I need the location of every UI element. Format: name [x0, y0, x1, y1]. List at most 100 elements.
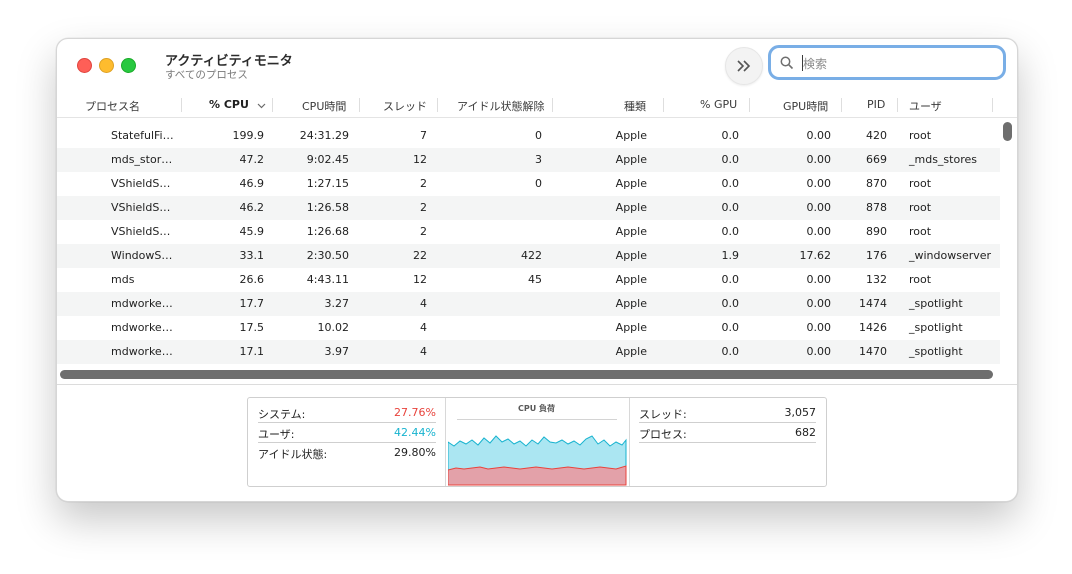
- processes-label: プロセス:: [639, 428, 687, 441]
- window-subtitle: すべてのプロセス: [165, 69, 248, 81]
- column-divider[interactable]: [992, 98, 993, 112]
- process-name-cell: mdworke…: [111, 321, 173, 334]
- chevron-double-right-icon: [737, 60, 751, 72]
- minimize-window-button[interactable]: [99, 58, 114, 73]
- divider: [457, 419, 617, 420]
- process-name-cell: VShieldS…: [111, 225, 171, 238]
- cpu-cell: 17.5: [239, 321, 265, 334]
- processes-stat: プロセス: 682: [639, 423, 816, 443]
- gpu-cell: 0.0: [721, 321, 740, 334]
- cpu-time-cell: 9:02.45: [306, 153, 349, 166]
- user-stat: ユーザ: 42.44%: [258, 423, 436, 443]
- table-row[interactable]: WindowS… 33.1 2:30.50 22 422 Apple 1.9 1…: [57, 244, 1000, 268]
- threads-cell: 12: [413, 273, 427, 286]
- column-header-idle-wakeups[interactable]: アイドル状態解除: [457, 98, 544, 114]
- pid-cell: 878: [866, 201, 887, 214]
- column-divider[interactable]: [749, 98, 750, 112]
- cpu-load-chart: [448, 435, 627, 486]
- gpu-cell: 0.0: [721, 177, 740, 190]
- pid-cell: 176: [866, 249, 887, 262]
- column-divider[interactable]: [272, 98, 273, 112]
- user-cell: root: [909, 129, 932, 142]
- column-header-pid[interactable]: PID: [867, 98, 885, 111]
- cpu-cell: 26.6: [239, 273, 265, 286]
- process-table: StatefulFi… 199.9 24:31.29 7 0 Apple 0.0…: [57, 124, 1000, 364]
- table-row[interactable]: VShieldS… 46.9 1:27.15 2 0 Apple 0.0 0.0…: [57, 172, 1000, 196]
- threads-cell: 12: [413, 153, 427, 166]
- table-row[interactable]: mds_stor… 47.2 9:02.45 12 3 Apple 0.0 0.…: [57, 148, 1000, 172]
- kind-cell: Apple: [615, 321, 647, 334]
- process-name-cell: mdworke…: [111, 345, 173, 358]
- table-row[interactable]: StatefulFi… 199.9 24:31.29 7 0 Apple 0.0…: [57, 124, 1000, 148]
- threads-value: 3,057: [784, 406, 817, 419]
- gpu-time-cell: 0.00: [806, 225, 832, 238]
- table-row[interactable]: mdworke… 17.1 3.97 4 Apple 0.0 0.00 1470…: [57, 340, 1000, 364]
- cpu-time-cell: 1:27.15: [306, 177, 349, 190]
- idle-wakeups-cell: 3: [535, 153, 542, 166]
- gpu-cell: 0.0: [721, 201, 740, 214]
- user-cell: _windowserver: [909, 249, 992, 262]
- gpu-time-cell: 0.00: [806, 273, 832, 286]
- column-header-gpu-time[interactable]: GPU時間: [783, 98, 828, 114]
- table-row[interactable]: VShieldS… 46.2 1:26.58 2 Apple 0.0 0.00 …: [57, 196, 1000, 220]
- column-divider[interactable]: [663, 98, 664, 112]
- column-header-process-name[interactable]: プロセス名: [85, 98, 140, 114]
- column-header-threads[interactable]: スレッド: [383, 98, 427, 114]
- idle-wakeups-cell: 45: [528, 273, 542, 286]
- processes-value: 682: [795, 426, 816, 439]
- vertical-scrollbar[interactable]: [1001, 121, 1013, 366]
- toolbar-more-button[interactable]: [725, 47, 763, 85]
- horizontal-scroll-thumb[interactable]: [60, 370, 993, 379]
- gpu-time-cell: 0.00: [806, 129, 832, 142]
- column-header-cpu-time[interactable]: CPU時間: [302, 98, 346, 114]
- gpu-cell: 0.0: [721, 345, 740, 358]
- column-header-kind[interactable]: 種類: [624, 98, 646, 114]
- column-header-gpu[interactable]: % GPU: [700, 98, 737, 111]
- cpu-time-cell: 4:43.11: [306, 273, 349, 286]
- cpu-cell: 46.9: [239, 177, 265, 190]
- activity-monitor-window: アクティビティモニタ すべてのプロセス プロセス名 % CPU CPU時間 スレ…: [56, 38, 1018, 502]
- user-cell: _mds_stores: [909, 153, 977, 166]
- vertical-scroll-thumb[interactable]: [1003, 122, 1012, 141]
- threads-cell: 4: [420, 321, 427, 334]
- column-header-user[interactable]: ユーザ: [909, 98, 942, 114]
- process-name-cell: VShieldS…: [111, 177, 171, 190]
- gpu-time-cell: 0.00: [806, 201, 832, 214]
- user-cell: root: [909, 225, 932, 238]
- table-row[interactable]: mdworke… 17.7 3.27 4 Apple 0.0 0.00 1474…: [57, 292, 1000, 316]
- threads-cell: 2: [420, 225, 427, 238]
- cpu-time-cell: 1:26.58: [306, 201, 349, 214]
- cpu-load-system-area: [448, 465, 627, 486]
- threads-cell: 4: [420, 297, 427, 310]
- gpu-time-cell: 0.00: [806, 321, 832, 334]
- search-input[interactable]: [801, 53, 995, 75]
- idle-wakeups-cell: 422: [521, 249, 542, 262]
- zoom-window-button[interactable]: [121, 58, 136, 73]
- threads-label: スレッド:: [639, 408, 687, 421]
- kind-cell: Apple: [615, 153, 647, 166]
- close-window-button[interactable]: [77, 58, 92, 73]
- divider: [445, 398, 446, 486]
- column-divider[interactable]: [841, 98, 842, 112]
- table-row[interactable]: mdworke… 17.5 10.02 4 Apple 0.0 0.00 142…: [57, 316, 1000, 340]
- pid-cell: 1426: [859, 321, 887, 334]
- table-row[interactable]: mds 26.6 4:43.11 12 45 Apple 0.0 0.00 13…: [57, 268, 1000, 292]
- column-divider[interactable]: [359, 98, 360, 112]
- column-divider[interactable]: [181, 98, 182, 112]
- idle-label: アイドル状態:: [258, 448, 328, 461]
- cpu-load-chart-title: CPU 負荷: [518, 404, 556, 413]
- chevron-down-icon: [257, 103, 266, 109]
- threads-cell: 2: [420, 177, 427, 190]
- cpu-time-cell: 1:26.68: [306, 225, 349, 238]
- column-header-cpu[interactable]: % CPU: [209, 98, 249, 111]
- column-divider[interactable]: [897, 98, 898, 112]
- column-divider[interactable]: [552, 98, 553, 112]
- cpu-time-cell: 2:30.50: [306, 249, 349, 262]
- table-row[interactable]: VShieldS… 45.9 1:26.68 2 Apple 0.0 0.00 …: [57, 220, 1000, 244]
- search-field[interactable]: [768, 45, 1006, 80]
- column-divider[interactable]: [437, 98, 438, 112]
- cpu-cell: 45.9: [239, 225, 265, 238]
- gpu-cell: 0.0: [721, 273, 740, 286]
- user-cell: _spotlight: [909, 297, 963, 310]
- pid-cell: 420: [866, 129, 887, 142]
